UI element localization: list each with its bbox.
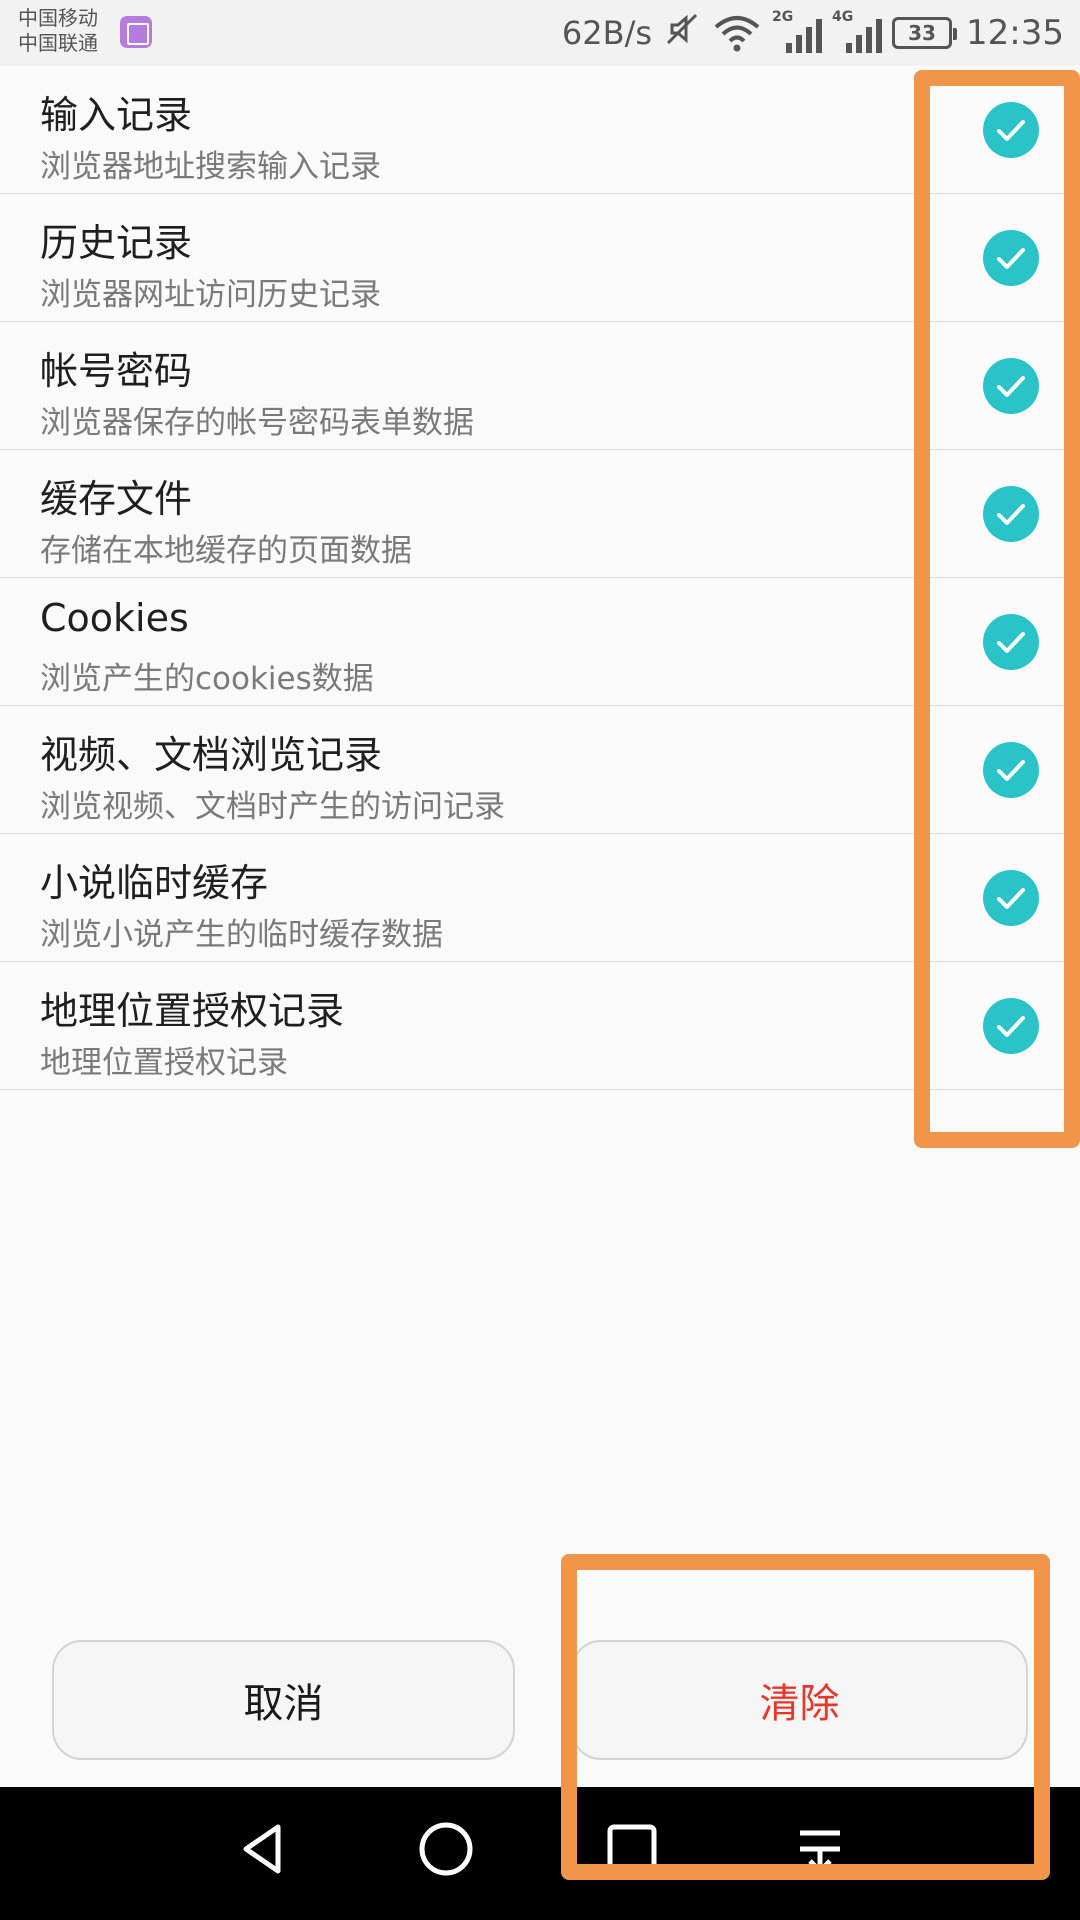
- item-title: 小说临时缓存: [40, 861, 269, 905]
- battery-level: 33: [908, 21, 936, 45]
- item-subtitle: 浏览产生的cookies数据: [40, 661, 374, 697]
- checkbox-checked-icon[interactable]: [983, 742, 1039, 798]
- back-icon[interactable]: [232, 1819, 292, 1879]
- checkbox-checked-icon[interactable]: [983, 486, 1039, 542]
- signal-4g-icon: 4G: [832, 9, 883, 53]
- item-subtitle: 存储在本地缓存的页面数据: [40, 533, 412, 569]
- carrier-labels: 中国移动 中国联通: [18, 6, 98, 56]
- clear-options-list: 输入记录 浏览器地址搜索输入记录 历史记录 浏览器网址访问历史记录 帐号密码 浏…: [0, 66, 1080, 1090]
- wifi-icon: [712, 13, 762, 53]
- gallery-notification-icon: [120, 16, 152, 48]
- list-item-input-records[interactable]: 输入记录 浏览器地址搜索输入记录: [0, 66, 1080, 194]
- notification-menu-icon[interactable]: [790, 1819, 850, 1879]
- item-title: 缓存文件: [40, 477, 193, 521]
- list-item-location-auth[interactable]: 地理位置授权记录 地理位置授权记录: [0, 962, 1080, 1090]
- item-title: 视频、文档浏览记录: [40, 733, 383, 777]
- checkbox-checked-icon[interactable]: [983, 102, 1039, 158]
- cancel-button[interactable]: 取消: [52, 1640, 515, 1760]
- list-item-novel-cache[interactable]: 小说临时缓存 浏览小说产生的临时缓存数据: [0, 834, 1080, 962]
- item-subtitle: 浏览器网址访问历史记录: [40, 277, 381, 313]
- navigation-bar: [0, 1787, 1080, 1920]
- list-item-cache-files[interactable]: 缓存文件 存储在本地缓存的页面数据: [0, 450, 1080, 578]
- clear-button[interactable]: 清除: [571, 1640, 1028, 1760]
- checkbox-checked-icon[interactable]: [983, 998, 1039, 1054]
- list-item-passwords[interactable]: 帐号密码 浏览器保存的帐号密码表单数据: [0, 322, 1080, 450]
- signal-2g-icon: 2G: [772, 9, 823, 53]
- checkbox-checked-icon[interactable]: [983, 230, 1039, 286]
- list-item-history[interactable]: 历史记录 浏览器网址访问历史记录: [0, 194, 1080, 322]
- clock: 12:35: [966, 13, 1064, 53]
- checkbox-checked-icon[interactable]: [983, 870, 1039, 926]
- list-item-cookies[interactable]: Cookies 浏览产生的cookies数据: [0, 578, 1080, 706]
- item-title: 帐号密码: [40, 349, 193, 393]
- item-title: 地理位置授权记录: [40, 989, 345, 1033]
- item-title: 历史记录: [40, 221, 193, 265]
- item-title: Cookies: [40, 596, 189, 640]
- item-title: 输入记录: [40, 93, 193, 137]
- network-speed: 62B/s: [561, 14, 653, 52]
- item-subtitle: 浏览视频、文档时产生的访问记录: [40, 789, 505, 825]
- item-subtitle: 浏览小说产生的临时缓存数据: [40, 917, 443, 953]
- battery-icon: 33: [892, 17, 958, 49]
- carrier-1: 中国移动: [18, 6, 98, 30]
- carrier-2: 中国联通: [18, 31, 98, 55]
- checkbox-checked-icon[interactable]: [983, 358, 1039, 414]
- status-bar: 中国移动 中国联通 62B/s 2G 4G 33 12:35: [0, 0, 1080, 66]
- list-item-video-doc-records[interactable]: 视频、文档浏览记录 浏览视频、文档时产生的访问记录: [0, 706, 1080, 834]
- item-subtitle: 浏览器地址搜索输入记录: [40, 149, 381, 185]
- mute-icon: [662, 11, 702, 55]
- checkbox-checked-icon[interactable]: [983, 614, 1039, 670]
- home-icon[interactable]: [416, 1819, 476, 1879]
- recent-apps-icon[interactable]: [602, 1819, 662, 1879]
- item-subtitle: 浏览器保存的帐号密码表单数据: [40, 405, 474, 441]
- item-subtitle: 地理位置授权记录: [40, 1045, 288, 1081]
